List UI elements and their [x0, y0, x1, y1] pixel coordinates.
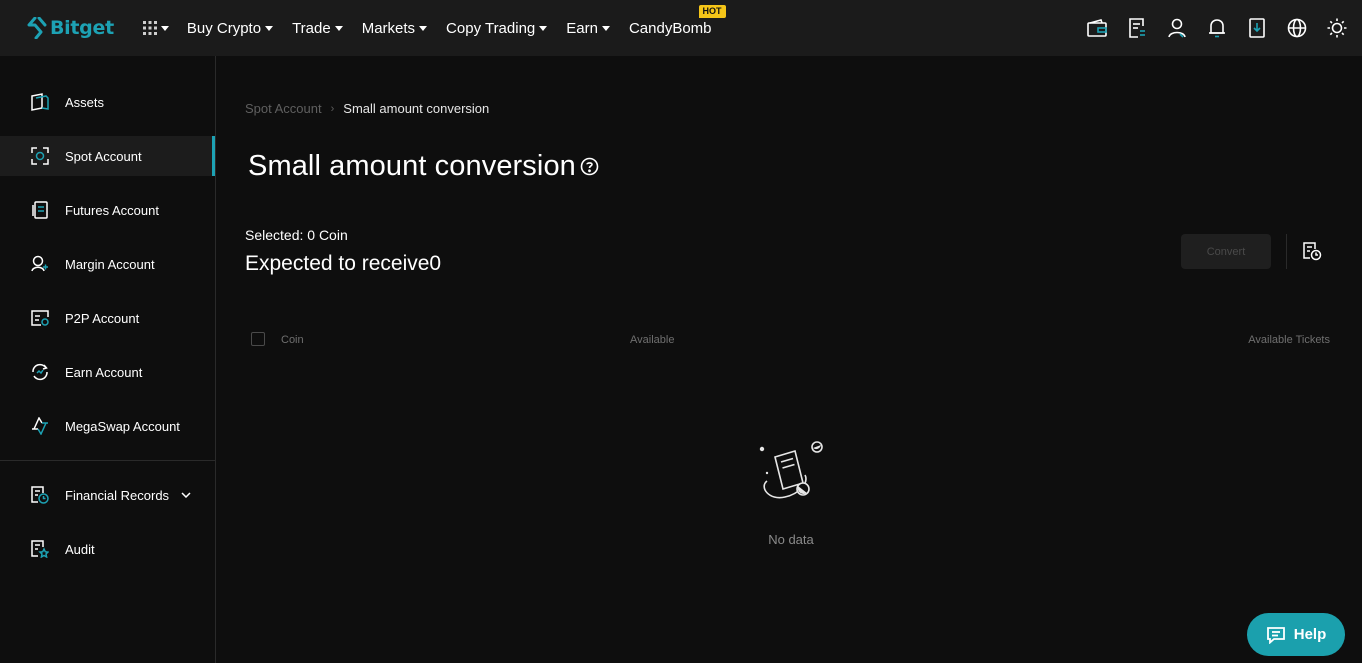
sidebar-item-financial-records[interactable]: Financial Records [0, 475, 215, 515]
futures-account-icon [30, 200, 50, 220]
nav-candybomb[interactable]: CandyBomb HOT [629, 0, 726, 56]
hot-badge: HOT [698, 5, 726, 18]
nav-copy-trading[interactable]: Copy Trading [446, 0, 548, 56]
theme-sun-icon[interactable] [1326, 17, 1348, 39]
column-coin: Coin [281, 334, 304, 346]
nav-markets[interactable]: Markets [362, 0, 428, 56]
assets-icon [30, 92, 50, 112]
page-title: Small amount conversion [248, 150, 599, 183]
spot-account-icon [30, 146, 50, 166]
sidebar-item-label: Earn Account [65, 364, 143, 380]
nav-buy-crypto[interactable]: Buy Crypto [187, 0, 274, 56]
breadcrumb-spot-account-link[interactable]: Spot Account [245, 101, 322, 116]
caret-down-icon [160, 25, 169, 31]
wallet-icon[interactable] [1086, 17, 1108, 39]
coin-table-header: Coin Available Available Tickets [251, 332, 1331, 348]
help-button[interactable]: Help [1247, 613, 1345, 656]
sidebar-item-label: Assets [65, 94, 105, 110]
nav-earn[interactable]: Earn [566, 0, 610, 56]
column-available-tickets: Available Tickets [1248, 334, 1330, 346]
sidebar-item-futures-account[interactable]: Futures Account [0, 190, 215, 230]
caret-down-icon [334, 25, 343, 31]
nav-trade[interactable]: Trade [292, 0, 343, 56]
financial-records-icon [30, 485, 50, 505]
breadcrumb-separator: › [330, 102, 335, 115]
brand-name: Bitget [50, 17, 114, 39]
empty-state-text: No data [768, 532, 814, 547]
chat-icon [1266, 626, 1285, 644]
breadcrumb-current: Small amount conversion [343, 101, 490, 116]
apps-menu-button[interactable] [142, 21, 169, 35]
empty-state-illustration [746, 439, 836, 510]
sidebar-divider [0, 460, 215, 461]
sidebar-item-label: Futures Account [65, 202, 159, 218]
sidebar-item-earn-account[interactable]: Earn Account [0, 352, 215, 392]
expected-receive-amount: Expected to receive0 [245, 252, 442, 275]
p2p-account-icon [30, 308, 50, 328]
sidebar-item-label: MegaSwap Account [65, 418, 180, 434]
sidebar-item-label: Financial Records [65, 487, 170, 503]
chevron-down-icon[interactable] [181, 492, 191, 498]
caret-down-icon [419, 25, 428, 31]
sidebar-item-label: Spot Account [65, 148, 142, 164]
sidebar-item-p2p-account[interactable]: P2P Account [0, 298, 215, 338]
sidebar-item-megaswap-account[interactable]: MegaSwap Account [0, 406, 215, 446]
caret-down-icon [539, 25, 548, 31]
sidebar-item-audit[interactable]: Audit [0, 529, 215, 569]
convert-button[interactable]: Convert [1181, 234, 1271, 269]
bitget-logo-icon [27, 17, 47, 39]
orders-icon[interactable] [1126, 17, 1148, 39]
selected-coin-count: Selected: 0 Coin [245, 227, 348, 243]
sidebar-item-assets[interactable]: Assets [0, 82, 215, 122]
margin-account-icon [30, 254, 50, 274]
account-sidebar: Assets Spot Account Futures Account Marg… [0, 56, 216, 663]
caret-down-icon [265, 25, 274, 31]
sidebar-item-label: P2P Account [65, 310, 140, 326]
main-content: Spot Account › Small amount conversion S… [216, 56, 1362, 663]
top-navigation-bar: Bitget Buy Crypto Trade Markets Copy Tra… [0, 0, 1362, 56]
bitget-logo[interactable]: Bitget [27, 0, 114, 56]
conversion-history-icon[interactable] [1302, 241, 1322, 261]
bell-icon[interactable] [1206, 17, 1228, 39]
main-menu: Buy Crypto Trade Markets Copy Trading Ea… [187, 0, 731, 56]
sidebar-item-spot-account[interactable]: Spot Account [0, 136, 215, 176]
breadcrumb: Spot Account › Small amount conversion [245, 101, 489, 116]
column-available: Available [630, 334, 675, 346]
top-utility-icons [1068, 0, 1348, 56]
question-circle-icon[interactable] [580, 157, 599, 176]
sidebar-item-label: Audit [65, 541, 95, 557]
download-icon[interactable] [1246, 17, 1268, 39]
audit-icon [30, 539, 50, 559]
caret-down-icon [601, 25, 610, 31]
globe-icon[interactable] [1286, 17, 1308, 39]
sidebar-item-margin-account[interactable]: Margin Account [0, 244, 215, 284]
earn-account-icon [30, 362, 50, 382]
empty-document-icon [759, 441, 823, 499]
select-all-checkbox[interactable] [251, 332, 265, 346]
megaswap-account-icon [30, 416, 50, 436]
user-icon[interactable] [1166, 17, 1188, 39]
grid-icon [142, 21, 157, 35]
sidebar-item-label: Margin Account [65, 256, 155, 272]
vertical-divider [1286, 234, 1287, 269]
